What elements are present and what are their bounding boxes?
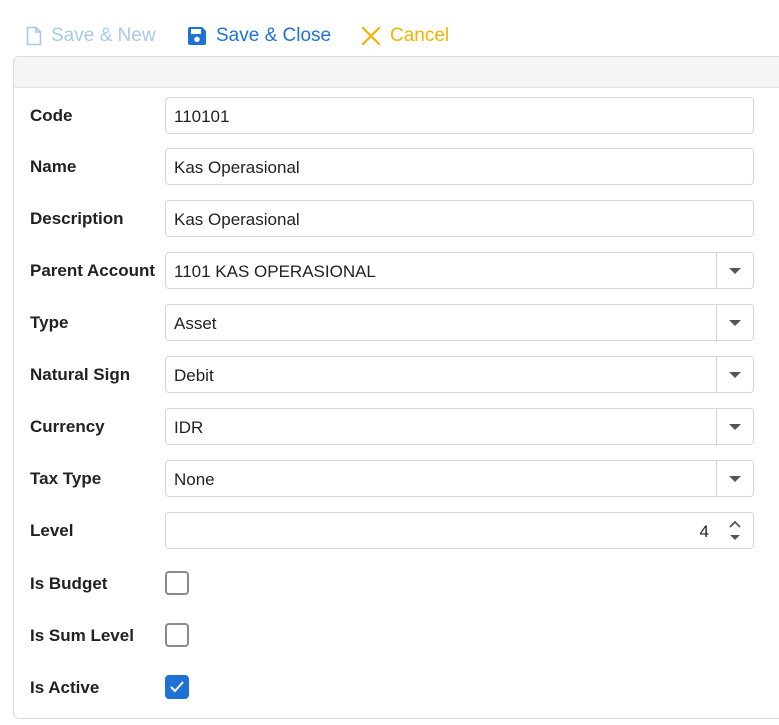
name-row: Name Kas Operasional xyxy=(0,148,779,186)
name-label: Name xyxy=(30,157,77,176)
natural-sign-label: Natural Sign xyxy=(30,365,131,384)
save-and-close-button[interactable]: Save & Close xyxy=(187,22,331,50)
natural-sign-select[interactable]: Debit xyxy=(165,356,754,393)
parent-account-value: 1101 KAS OPERASIONAL xyxy=(174,262,376,281)
currency-value: IDR xyxy=(174,418,204,437)
currency-select[interactable]: IDR xyxy=(165,408,754,445)
tax-type-dropdown-button[interactable] xyxy=(716,461,753,496)
is-active-row: Is Active xyxy=(0,674,779,712)
currency-row: Currency IDR xyxy=(0,408,779,446)
is-sum-level-label: Is Sum Level xyxy=(30,626,134,645)
cancel-button[interactable]: Cancel xyxy=(361,22,449,50)
tax-type-label: Tax Type xyxy=(30,469,102,488)
is-budget-label: Is Budget xyxy=(30,574,108,593)
save-and-new-button[interactable]: Save & New xyxy=(26,22,156,50)
parent-account-label: Parent Account xyxy=(30,261,156,280)
is-sum-level-row: Is Sum Level xyxy=(0,622,779,660)
natural-sign-value: Debit xyxy=(174,366,214,385)
level-spin-buttons xyxy=(717,513,753,548)
type-row: Type Asset xyxy=(0,304,779,342)
is-budget-checkbox[interactable] xyxy=(165,571,189,595)
name-field[interactable]: Kas Operasional xyxy=(165,148,754,185)
currency-label: Currency xyxy=(30,417,105,436)
save-and-close-label: Save & Close xyxy=(216,25,332,46)
type-dropdown-button[interactable] xyxy=(716,305,753,340)
chevron-down-icon xyxy=(728,418,742,436)
tax-type-select[interactable]: None xyxy=(165,460,754,497)
caret-up-icon[interactable] xyxy=(729,520,741,528)
level-label: Level xyxy=(30,521,74,540)
natural-sign-dropdown-button[interactable] xyxy=(716,357,753,392)
chevron-down-icon xyxy=(728,470,742,488)
tax-type-row: Tax Type None xyxy=(0,460,779,498)
description-value: Kas Operasional xyxy=(174,210,300,229)
chevron-down-icon xyxy=(728,366,742,384)
is-budget-row: Is Budget xyxy=(0,570,779,608)
currency-dropdown-button[interactable] xyxy=(716,409,753,444)
description-row: Description Kas Operasional xyxy=(0,200,779,238)
description-field[interactable]: Kas Operasional xyxy=(165,200,754,237)
chevron-down-icon xyxy=(728,314,742,332)
chevron-down-icon xyxy=(728,262,742,280)
cancel-label: Cancel xyxy=(390,25,450,46)
level-stepper[interactable]: 4 xyxy=(165,512,754,549)
level-row: Level 4 xyxy=(0,512,779,550)
floppy-disk-icon xyxy=(187,26,207,46)
file-icon xyxy=(26,26,42,46)
panel-header xyxy=(14,57,779,88)
code-value: 110101 xyxy=(174,107,230,126)
caret-down-icon[interactable] xyxy=(729,534,741,541)
code-field[interactable]: 110101 xyxy=(165,97,754,134)
code-row: Code 110101 xyxy=(0,97,779,135)
parent-account-dropdown-button[interactable] xyxy=(716,253,753,288)
code-label: Code xyxy=(30,106,73,125)
natural-sign-row: Natural Sign Debit xyxy=(0,356,779,394)
close-icon xyxy=(361,26,381,46)
save-and-new-label: Save & New xyxy=(51,25,156,46)
description-label: Description xyxy=(30,209,124,228)
toolbar: Save & New Save & Close Cancel xyxy=(0,0,779,56)
parent-account-row: Parent Account 1101 KAS OPERASIONAL xyxy=(0,252,779,290)
is-active-checkbox[interactable] xyxy=(165,675,189,699)
type-value: Asset xyxy=(174,314,217,333)
name-value: Kas Operasional xyxy=(174,158,300,177)
parent-account-select[interactable]: 1101 KAS OPERASIONAL xyxy=(165,252,754,289)
tax-type-value: None xyxy=(174,470,215,489)
type-select[interactable]: Asset xyxy=(165,304,754,341)
is-active-label: Is Active xyxy=(30,678,100,697)
level-value: 4 xyxy=(699,522,709,541)
is-sum-level-checkbox[interactable] xyxy=(165,623,189,647)
type-label: Type xyxy=(30,313,69,332)
